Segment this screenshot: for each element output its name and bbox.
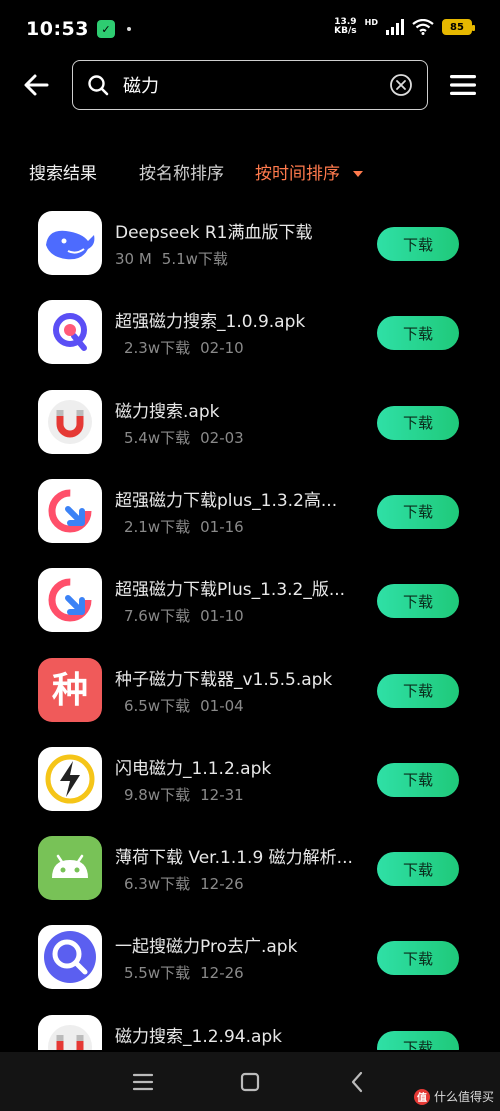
list-item[interactable]: 一起搜磁力Pro去广.apk 5.5w下载 12-26 下载 xyxy=(0,914,500,1003)
app-downloads: 5.4w下载 xyxy=(124,428,191,447)
home-icon[interactable] xyxy=(238,1070,262,1094)
app-size: 30 M xyxy=(115,250,152,268)
app-date: 01-10 xyxy=(200,607,244,626)
battery-icon: 85 xyxy=(442,19,475,35)
app-date: 02-10 xyxy=(200,339,244,358)
app-date: 12-26 xyxy=(200,964,244,983)
app-title: 闪电磁力_1.1.2.apk xyxy=(115,758,272,779)
app-downloads: 6.3w下载 xyxy=(124,875,191,894)
app-meta: 5.5w下载 12-26 xyxy=(124,962,254,983)
search-input[interactable] xyxy=(123,74,389,96)
app-title: 超强磁力下载Plus_1.3.2_版... xyxy=(115,580,346,601)
magnet-icon xyxy=(38,389,102,454)
app-date: 12-31 xyxy=(200,785,244,804)
app-downloads: 5.1w下载 xyxy=(161,250,228,268)
download-button[interactable]: 下载 xyxy=(377,405,459,440)
sort-tabs: 搜索结果 按名称排序 按时间排序 xyxy=(0,160,500,190)
app-date: 02-03 xyxy=(200,428,244,447)
app-meta: 5.4w下载 02-03 xyxy=(124,427,254,448)
app-meta: 7.6w下载 01-10 xyxy=(124,605,254,626)
list-item[interactable]: 种 种子磁力下载器_v1.5.5.apk 6.5w下载 01-04 下载 xyxy=(0,647,500,736)
magnet-icon xyxy=(38,1014,102,1050)
clear-icon[interactable] xyxy=(389,73,413,97)
android-icon xyxy=(38,836,102,901)
magnifier-icon xyxy=(38,925,102,990)
status-indicators: 13.9 KB/s HD 85 xyxy=(334,18,475,36)
app-title: 磁力搜索.apk xyxy=(115,401,220,422)
ring-arrow-icon xyxy=(38,478,102,543)
app-downloads: 5.5w下载 xyxy=(124,964,191,983)
svg-text:种: 种 xyxy=(52,670,88,711)
app-title: 种子磁力下载器_v1.5.5.apk xyxy=(115,669,333,690)
list-item[interactable]: Deepseek R1满血版下载 30 M 5.1w下载 下载 xyxy=(0,200,500,289)
list-item[interactable]: 超强磁力搜索_1.0.9.apk 2.3w下载 02-10 下载 xyxy=(0,289,500,378)
download-button[interactable]: 下载 xyxy=(377,673,459,708)
download-button[interactable]: 下载 xyxy=(377,1030,459,1050)
download-button[interactable]: 下载 xyxy=(377,494,459,529)
list-item[interactable]: 磁力搜索_1.2.94.apk 下载 xyxy=(0,1004,500,1050)
app-title: 薄荷下载 Ver.1.1.9 磁力解析... xyxy=(115,848,353,869)
recents-menu-icon[interactable] xyxy=(131,1070,155,1094)
download-button[interactable]: 下载 xyxy=(377,316,459,351)
app-date: 01-04 xyxy=(200,696,244,715)
app-downloads: 7.6w下载 xyxy=(124,607,191,626)
q-magnet-icon xyxy=(38,300,102,365)
app-meta: 30 M 5.1w下载 xyxy=(115,248,238,269)
lightning-icon xyxy=(38,746,102,811)
back-arrow-icon[interactable] xyxy=(20,68,54,102)
download-button[interactable]: 下载 xyxy=(377,762,459,797)
app-meta: 2.1w下载 01-16 xyxy=(124,516,254,537)
status-bar: 10:53 ✓ 13.9 KB/s HD 85 xyxy=(0,0,500,58)
seed-char-icon: 种 xyxy=(38,657,102,722)
app-title: 一起搜磁力Pro去广.apk xyxy=(115,937,298,958)
hd-icon: HD xyxy=(364,18,378,27)
network-speed: 13.9 KB/s xyxy=(334,18,356,36)
download-button[interactable]: 下载 xyxy=(377,227,459,261)
back-nav-icon[interactable] xyxy=(346,1070,370,1094)
shield-icon: ✓ xyxy=(96,20,115,38)
app-downloads: 9.8w下载 xyxy=(124,785,191,804)
list-item[interactable]: 超强磁力下载Plus_1.3.2_版... 7.6w下载 01-10 下载 xyxy=(0,557,500,646)
signal-icon xyxy=(386,19,404,35)
network-speed-unit: KB/s xyxy=(334,26,357,36)
list-item[interactable]: 薄荷下载 Ver.1.1.9 磁力解析... 6.3w下载 12-26 下载 xyxy=(0,825,500,914)
menu-icon[interactable] xyxy=(449,73,477,97)
search-box[interactable] xyxy=(72,60,428,110)
tab-sort-by-name[interactable]: 按名称排序 xyxy=(139,160,224,188)
ring-arrow-icon xyxy=(38,568,102,633)
wifi-icon xyxy=(412,19,434,35)
list-item[interactable]: 超强磁力下载plus_1.3.2高... 2.1w下载 01-16 下载 xyxy=(0,468,500,557)
app-date: 12-26 xyxy=(200,875,244,894)
app-meta: 6.5w下载 01-04 xyxy=(124,695,254,716)
watermark-text: 什么值得买 xyxy=(433,1090,494,1104)
app-meta: 6.3w下载 12-26 xyxy=(124,873,254,894)
download-button[interactable]: 下载 xyxy=(377,852,459,887)
system-nav-bar: 值 什么值得买 xyxy=(0,1052,500,1111)
tab-sort-by-time[interactable]: 按时间排序 xyxy=(255,160,340,188)
whale-icon xyxy=(38,211,102,275)
sort-dropdown-icon[interactable] xyxy=(353,171,363,177)
list-item[interactable]: 闪电磁力_1.1.2.apk 9.8w下载 12-31 下载 xyxy=(0,736,500,825)
watermark-logo-icon: 值 xyxy=(413,1088,430,1105)
notification-dot-icon xyxy=(126,27,131,31)
watermark: 值 什么值得买 xyxy=(413,1088,494,1105)
tab-search-results[interactable]: 搜索结果 xyxy=(29,160,97,188)
app-title: 超强磁力搜索_1.0.9.apk xyxy=(115,312,306,333)
app-title: Deepseek R1满血版下载 xyxy=(115,223,313,243)
app-downloads: 6.5w下载 xyxy=(124,696,191,715)
app-date: 01-16 xyxy=(200,517,244,536)
app-downloads: 2.3w下载 xyxy=(124,339,191,358)
app-title: 磁力搜索_1.2.94.apk xyxy=(115,1026,283,1047)
list-item[interactable]: 磁力搜索.apk 5.4w下载 02-03 下载 xyxy=(0,379,500,468)
search-icon xyxy=(88,75,109,96)
status-time: 10:53 xyxy=(26,18,89,40)
app-list: Deepseek R1满血版下载 30 M 5.1w下载 下载 超强磁力搜索_1.0.9… xyxy=(0,200,500,1050)
app-title: 超强磁力下载plus_1.3.2高... xyxy=(115,490,338,511)
app-meta: 9.8w下载 12-31 xyxy=(124,784,254,805)
app-meta: 2.3w下载 02-10 xyxy=(124,337,254,358)
download-button[interactable]: 下载 xyxy=(377,584,459,619)
app-downloads: 2.1w下载 xyxy=(124,517,191,536)
download-button[interactable]: 下载 xyxy=(377,941,459,976)
